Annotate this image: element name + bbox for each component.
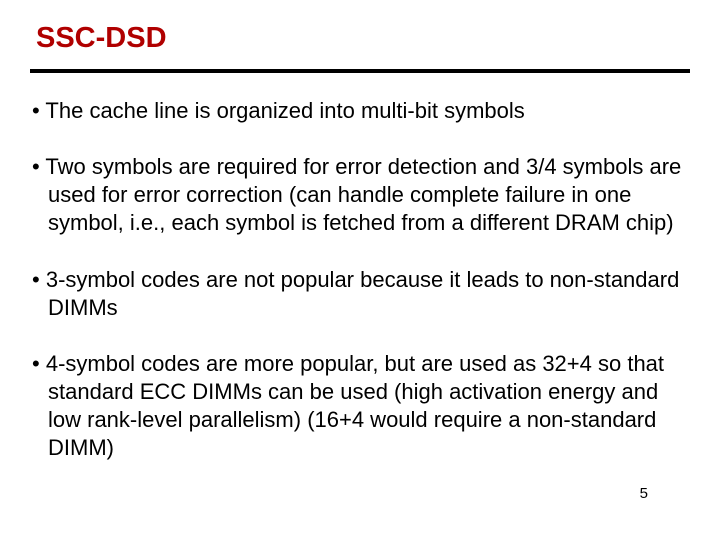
- slide-title: SSC-DSD: [36, 22, 690, 55]
- list-item: 3-symbol codes are not popular because i…: [30, 266, 686, 322]
- title-underline: [30, 69, 690, 73]
- list-item: Two symbols are required for error detec…: [30, 153, 686, 237]
- list-item: 4-symbol codes are more popular, but are…: [30, 350, 686, 463]
- list-item: The cache line is organized into multi-b…: [30, 97, 686, 125]
- slide: SSC-DSD The cache line is organized into…: [0, 0, 720, 540]
- page-number: 5: [640, 485, 648, 502]
- bullet-list: The cache line is organized into multi-b…: [30, 97, 690, 463]
